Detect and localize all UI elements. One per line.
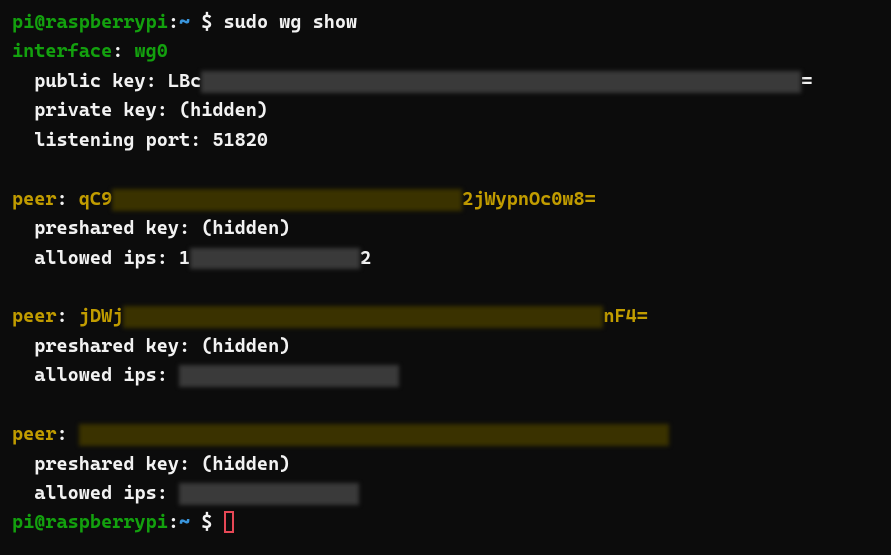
allowed-ips-line: allowed ips: — [12, 479, 879, 508]
preshared-key-line: preshared key: (hidden) — [12, 450, 879, 479]
blank-line — [12, 273, 879, 302]
private-key-line: private key: (hidden) — [12, 96, 879, 125]
interface-name: wg0 — [134, 40, 167, 62]
blank-line — [12, 391, 879, 420]
public-key-line: public key: LBc= — [12, 67, 879, 96]
peer-key-prefix: qC9 — [79, 188, 112, 210]
preshared-key-label: preshared key — [34, 335, 179, 357]
public-key-label: public key — [34, 70, 145, 92]
peer-label: peer — [12, 188, 57, 210]
prompt-path: ~ — [179, 11, 190, 33]
peer-line: peer: jDWjnF4= — [12, 302, 879, 331]
preshared-key-line: preshared key: (hidden) — [12, 332, 879, 361]
redacted-public-key — [201, 71, 801, 93]
preshared-key-value: (hidden) — [201, 453, 290, 475]
cursor[interactable] — [224, 511, 234, 533]
peer-line: peer: — [12, 420, 879, 449]
listening-port-label: listening port — [34, 129, 190, 151]
prompt-userhost: pi@raspberrypi — [12, 11, 168, 33]
redacted-allowed-ips — [179, 365, 399, 387]
listening-port-value: 51820 — [212, 129, 268, 151]
private-key-value: (hidden) — [179, 99, 268, 121]
prompt-sep: : — [168, 11, 179, 33]
allowed-ips-prefix: 1 — [179, 247, 190, 269]
public-key-prefix: LBc — [168, 70, 201, 92]
prompt-line-end: pi@raspberrypi:~ $ — [12, 508, 879, 537]
redacted-peer-key — [123, 306, 603, 328]
command-text: sudo wg show — [212, 11, 357, 33]
peer-key-prefix: jDWj — [79, 305, 124, 327]
peer-key-suffix: nF4= — [603, 305, 648, 327]
preshared-key-label: preshared key — [34, 453, 179, 475]
allowed-ips-suffix: 2 — [360, 247, 371, 269]
redacted-allowed-ips — [179, 483, 359, 505]
interface-line: interface: wg0 — [12, 37, 879, 66]
preshared-key-label: preshared key — [34, 217, 179, 239]
preshared-key-line: preshared key: (hidden) — [12, 214, 879, 243]
prompt-symbol: $ — [190, 511, 212, 533]
preshared-key-value: (hidden) — [201, 217, 290, 239]
redacted-peer-key — [79, 424, 669, 446]
private-key-label: private key — [34, 99, 156, 121]
public-key-suffix: = — [801, 70, 812, 92]
terminal-output[interactable]: pi@raspberrypi:~ $ sudo wg show interfac… — [12, 8, 879, 538]
preshared-key-value: (hidden) — [201, 335, 290, 357]
allowed-ips-line: allowed ips: — [12, 361, 879, 390]
listening-port-line: listening port: 51820 — [12, 126, 879, 155]
allowed-ips-label: allowed ips — [34, 247, 156, 269]
prompt-sep: : — [168, 511, 179, 533]
prompt-symbol: $ — [190, 11, 212, 33]
allowed-ips-line: allowed ips: 12 — [12, 244, 879, 273]
peer-line: peer: qC92jWypnOc0w8= — [12, 185, 879, 214]
redacted-allowed-ips — [190, 248, 360, 270]
redacted-peer-key — [112, 189, 462, 211]
allowed-ips-label: allowed ips — [34, 364, 156, 386]
peer-key-suffix: 2jWypnOc0w8= — [462, 188, 596, 210]
peer-label: peer — [12, 423, 57, 445]
prompt-userhost: pi@raspberrypi — [12, 511, 168, 533]
interface-label: interface — [12, 40, 112, 62]
prompt-line: pi@raspberrypi:~ $ sudo wg show — [12, 8, 879, 37]
peer-label: peer — [12, 305, 57, 327]
blank-line — [12, 155, 879, 184]
allowed-ips-label: allowed ips — [34, 482, 156, 504]
prompt-path: ~ — [179, 511, 190, 533]
